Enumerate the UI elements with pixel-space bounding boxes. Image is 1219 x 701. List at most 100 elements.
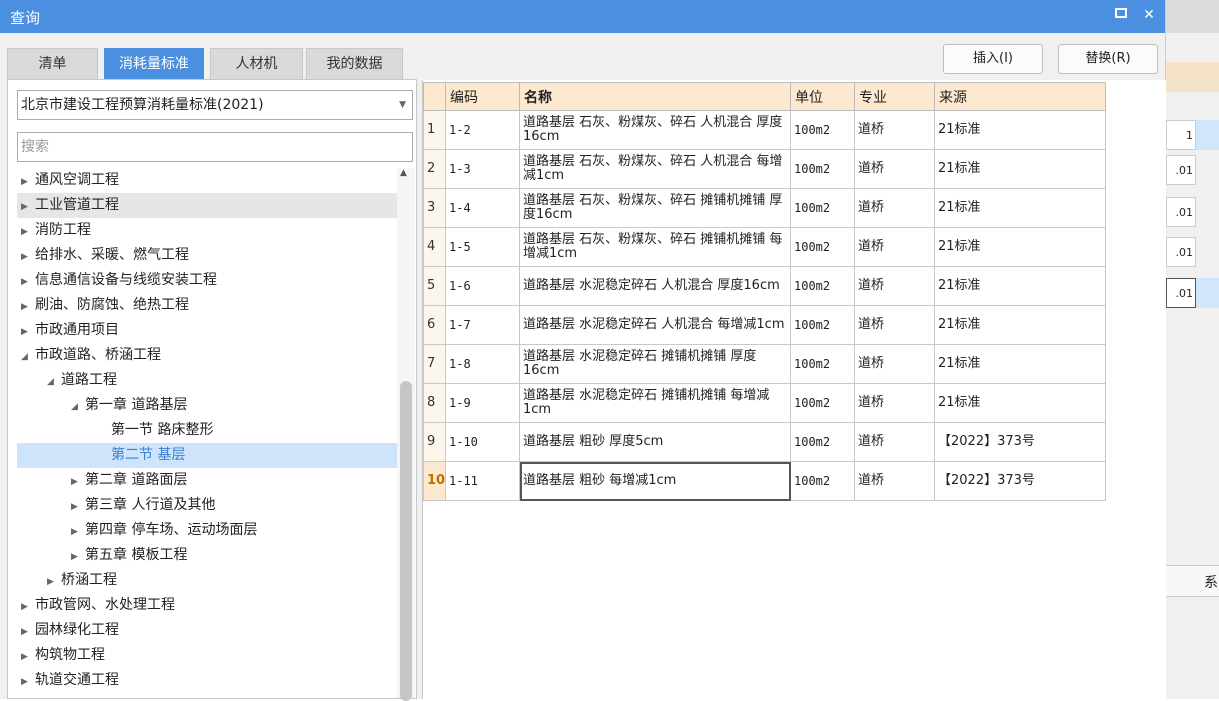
scrollbar-thumb[interactable]	[400, 381, 412, 701]
cell-specialty[interactable]: 道桥	[854, 188, 935, 228]
expand-icon[interactable]: ▶	[21, 595, 35, 620]
cell-source[interactable]: 21标准	[934, 305, 1106, 345]
table-row[interactable]: 9 1-10 道路基层 粗砂 厚度5cm 100m2 道桥 【2022】373号	[423, 422, 1106, 462]
cell-source[interactable]: 【2022】373号	[934, 422, 1106, 462]
cell-code[interactable]: 1-2	[445, 110, 520, 150]
cell-unit[interactable]: 100m2	[790, 149, 855, 189]
cell-specialty[interactable]: 道桥	[854, 149, 935, 189]
tree-item[interactable]: ▶ 工业管道工程	[17, 193, 401, 218]
expand-icon[interactable]: ▶	[47, 570, 61, 595]
cell-unit[interactable]: 100m2	[790, 188, 855, 228]
table-row[interactable]: 8 1-9 道路基层 水泥稳定碎石 摊铺机摊铺 每增减1cm 100m2 道桥 …	[423, 383, 1106, 423]
tree-item[interactable]: 第一节 路床整形	[111, 418, 213, 443]
collapse-icon[interactable]: ◢	[21, 345, 35, 370]
column-header-name[interactable]: 名称	[519, 82, 791, 111]
expand-icon[interactable]: ▶	[21, 670, 35, 695]
tree-item[interactable]: ▶ 桥涵工程	[47, 568, 117, 593]
cell-name[interactable]: 道路基层 水泥稳定碎石 摊铺机摊铺 每增减1cm	[519, 383, 791, 423]
expand-icon[interactable]: ▶	[21, 220, 35, 245]
cell-source[interactable]: 21标准	[934, 344, 1106, 384]
expand-icon[interactable]: ▶	[21, 295, 35, 320]
restore-icon[interactable]	[1110, 4, 1132, 26]
cell-name[interactable]: 道路基层 水泥稳定碎石 人机混合 每增减1cm	[519, 305, 791, 345]
cell-source[interactable]: 21标准	[934, 227, 1106, 267]
cell-name[interactable]: 道路基层 石灰、粉煤灰、碎石 人机混合 每增减1cm	[519, 149, 791, 189]
expand-icon[interactable]: ▶	[71, 495, 85, 520]
tree-item[interactable]: ▶ 园林绿化工程	[21, 618, 119, 643]
cell-specialty[interactable]: 道桥	[854, 422, 935, 462]
table-row[interactable]: 5 1-6 道路基层 水泥稳定碎石 人机混合 厚度16cm 100m2 道桥 2…	[423, 266, 1106, 306]
tree-item[interactable]: ◢ 第一章 道路基层	[71, 393, 187, 418]
cell-name[interactable]: 道路基层 石灰、粉煤灰、碎石 人机混合 厚度16cm	[519, 110, 791, 150]
tree-scrollbar[interactable]: ▲	[397, 168, 415, 701]
cell-unit[interactable]: 100m2	[790, 344, 855, 384]
table-row[interactable]: 7 1-8 道路基层 水泥稳定碎石 摊铺机摊铺 厚度16cm 100m2 道桥 …	[423, 344, 1106, 384]
tab-bill[interactable]: 清单	[7, 48, 98, 79]
tab-my-data[interactable]: 我的数据	[306, 48, 403, 79]
cell-unit[interactable]: 100m2	[790, 383, 855, 423]
close-icon[interactable]: ✕	[1138, 4, 1160, 26]
tree-item[interactable]: ▶ 市政管网、水处理工程	[21, 593, 175, 618]
expand-icon[interactable]: ▶	[71, 545, 85, 570]
cell-code[interactable]: 1-7	[445, 305, 520, 345]
cell-name[interactable]: 道路基层 水泥稳定碎石 人机混合 厚度16cm	[519, 266, 791, 306]
expand-icon[interactable]: ▶	[21, 645, 35, 670]
cell-name[interactable]: 道路基层 石灰、粉煤灰、碎石 摊铺机摊铺 厚度16cm	[519, 188, 791, 228]
tree-item[interactable]: ▶ 第三章 人行道及其他	[71, 493, 215, 518]
expand-icon[interactable]: ▶	[21, 195, 35, 220]
tree-item[interactable]: ◢ 市政道路、桥涵工程	[21, 343, 161, 368]
cell-unit[interactable]: 100m2	[790, 227, 855, 267]
column-header-specialty[interactable]: 专业	[854, 82, 935, 111]
cell-specialty[interactable]: 道桥	[854, 227, 935, 267]
tree-item[interactable]: ▶ 第二章 道路面层	[71, 468, 187, 493]
expand-icon[interactable]: ▶	[71, 470, 85, 495]
cell-code[interactable]: 1-6	[445, 266, 520, 306]
cell-source[interactable]: 【2022】373号	[934, 461, 1106, 501]
cell-unit[interactable]: 100m2	[790, 422, 855, 462]
table-row[interactable]: 6 1-7 道路基层 水泥稳定碎石 人机混合 每增减1cm 100m2 道桥 2…	[423, 305, 1106, 345]
tab-labor-material-machine[interactable]: 人材机	[210, 48, 303, 79]
cell-unit[interactable]: 100m2	[790, 305, 855, 345]
column-header-unit[interactable]: 单位	[790, 82, 855, 111]
collapse-icon[interactable]: ◢	[47, 370, 61, 395]
expand-icon[interactable]: ▶	[21, 320, 35, 345]
cell-source[interactable]: 21标准	[934, 149, 1106, 189]
cell-unit[interactable]: 100m2	[790, 110, 855, 150]
cell-specialty[interactable]: 道桥	[854, 461, 935, 501]
tree-item[interactable]: ▶ 第四章 停车场、运动场面层	[71, 518, 257, 543]
tree-item[interactable]: ▶ 消防工程	[21, 218, 91, 243]
tree-item[interactable]: ▶ 给排水、采暖、燃气工程	[21, 243, 189, 268]
cell-name[interactable]: 道路基层 石灰、粉煤灰、碎石 摊铺机摊铺 每增减1cm	[519, 227, 791, 267]
cell-source[interactable]: 21标准	[934, 383, 1106, 423]
cell-code[interactable]: 1-10	[445, 422, 520, 462]
cell-specialty[interactable]: 道桥	[854, 344, 935, 384]
cell-source[interactable]: 21标准	[934, 188, 1106, 228]
tree-item-selected[interactable]: 第二节 基层	[17, 443, 397, 468]
replace-button[interactable]: 替换(R)	[1058, 44, 1158, 74]
tree-item[interactable]: ▶ 通风空调工程	[21, 168, 119, 193]
table-row-current[interactable]: 10 1-11 道路基层 粗砂 每增减1cm 100m2 道桥 【2022】37…	[423, 461, 1106, 501]
cell-name-focused[interactable]: 道路基层 粗砂 每增减1cm	[519, 461, 791, 501]
cell-specialty[interactable]: 道桥	[854, 305, 935, 345]
cell-source[interactable]: 21标准	[934, 110, 1106, 150]
search-input[interactable]: 搜索	[17, 132, 413, 162]
expand-icon[interactable]: ▶	[21, 245, 35, 270]
tree-item[interactable]: ▶ 构筑物工程	[21, 643, 105, 668]
table-row[interactable]: 2 1-3 道路基层 石灰、粉煤灰、碎石 人机混合 每增减1cm 100m2 道…	[423, 149, 1106, 189]
table-row[interactable]: 4 1-5 道路基层 石灰、粉煤灰、碎石 摊铺机摊铺 每增减1cm 100m2 …	[423, 227, 1106, 267]
column-header-code[interactable]: 编码	[445, 82, 520, 111]
standard-select[interactable]: 北京市建设工程预算消耗量标准(2021) ▼	[17, 90, 413, 120]
cell-unit[interactable]: 100m2	[790, 266, 855, 306]
cell-specialty[interactable]: 道桥	[854, 383, 935, 423]
cell-code[interactable]: 1-8	[445, 344, 520, 384]
collapse-icon[interactable]: ◢	[71, 395, 85, 420]
cell-code[interactable]: 1-3	[445, 149, 520, 189]
expand-icon[interactable]: ▶	[21, 170, 35, 195]
cell-code[interactable]: 1-9	[445, 383, 520, 423]
insert-button[interactable]: 插入(I)	[943, 44, 1043, 74]
tree-item[interactable]: ▶ 市政通用项目	[21, 318, 119, 343]
cell-code[interactable]: 1-4	[445, 188, 520, 228]
tree-item[interactable]: ▶ 第五章 模板工程	[71, 543, 187, 568]
cell-name[interactable]: 道路基层 水泥稳定碎石 摊铺机摊铺 厚度16cm	[519, 344, 791, 384]
column-header-source[interactable]: 来源	[934, 82, 1106, 111]
